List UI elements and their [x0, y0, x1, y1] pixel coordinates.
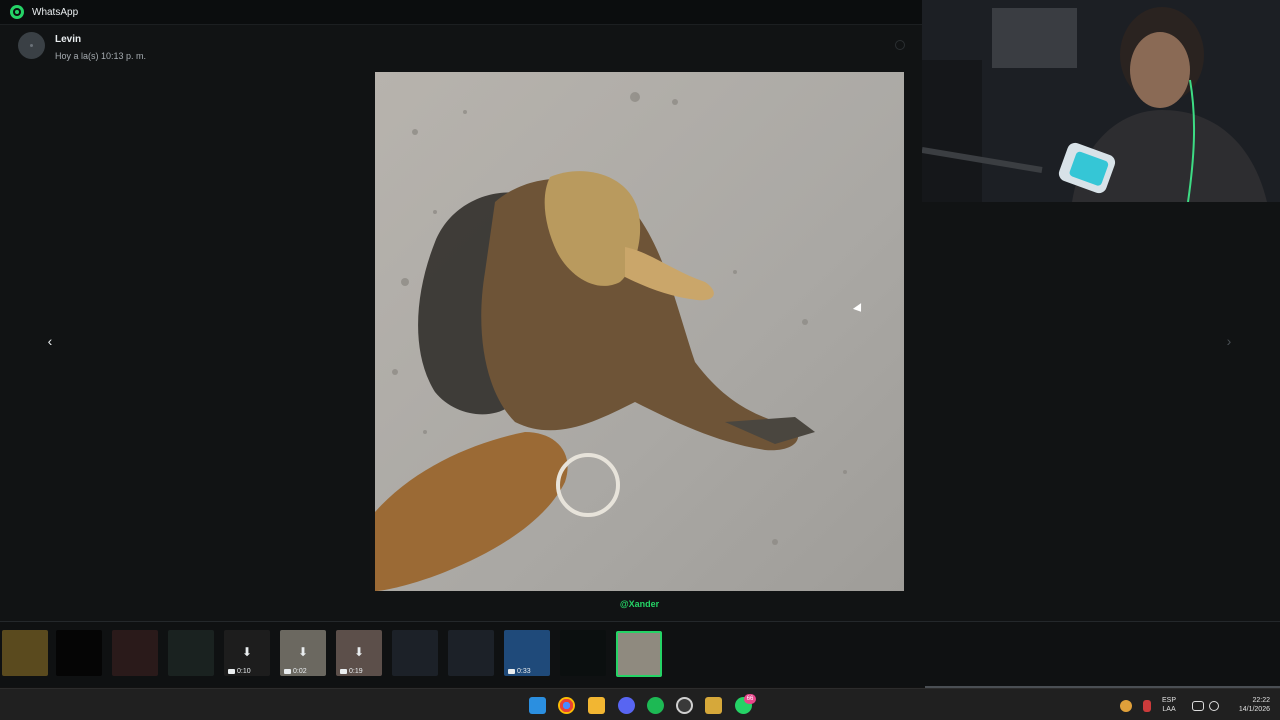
next-media-icon[interactable]: › — [1218, 330, 1240, 352]
download-icon[interactable]: ⬇ — [242, 646, 252, 658]
thumbnail-12-selected[interactable] — [616, 631, 662, 677]
message-timestamp: Hoy a la(s) 10:13 p. m. — [55, 51, 147, 61]
obs-icon[interactable] — [676, 697, 693, 714]
media-caption[interactable]: @Xander — [375, 599, 904, 609]
media-image[interactable] — [375, 72, 904, 591]
video-camera-icon — [340, 669, 347, 674]
previous-media-icon[interactable]: ‹ — [39, 330, 61, 352]
media-thumbnail-strip: ⬇ 0:10 ⬇ 0:02 ⬇ 0:19 0:33 — [0, 621, 1280, 687]
discord-icon[interactable] — [618, 697, 635, 714]
thumbnail-7[interactable]: ⬇ 0:19 — [336, 630, 382, 676]
file-explorer-icon[interactable] — [588, 697, 605, 714]
thumbnail-10[interactable]: 0:33 — [504, 630, 550, 676]
thumbnail-3[interactable] — [112, 630, 158, 676]
video-camera-icon — [508, 669, 515, 674]
keyboard-layout: LAA — [1162, 706, 1176, 713]
avatar[interactable] — [18, 32, 45, 59]
thumbnail-5[interactable]: ⬇ 0:10 — [224, 630, 270, 676]
spotify-icon[interactable] — [647, 697, 664, 714]
game-icon[interactable] — [705, 697, 722, 714]
clock-time: 22:22 — [1252, 697, 1270, 704]
language-code: ESP — [1162, 697, 1177, 704]
screen: WhatsApp Levin Hoy a la(s) 10:13 p. m. @… — [0, 0, 1280, 720]
language-indicator[interactable]: ESP LAA — [1162, 696, 1176, 714]
thumbnail-6[interactable]: ⬇ 0:02 — [280, 630, 326, 676]
notification-badge: 66 — [744, 694, 756, 704]
microphone-icon[interactable] — [1143, 700, 1151, 712]
thumbnail-2[interactable] — [56, 630, 102, 676]
windows-start-icon[interactable] — [529, 697, 546, 714]
video-duration: 0:19 — [340, 668, 363, 675]
video-duration: 0:33 — [508, 668, 531, 675]
update-icon[interactable] — [1120, 700, 1132, 712]
more-options-icon[interactable] — [895, 40, 905, 50]
thumbnail-1[interactable] — [2, 630, 48, 676]
network-icon[interactable] — [1192, 701, 1204, 711]
video-camera-icon — [284, 669, 291, 674]
viewer-right-panel — [922, 202, 1280, 621]
volume-icon[interactable] — [1209, 701, 1219, 711]
sender-info[interactable]: Levin Hoy a la(s) 10:13 p. m. — [18, 32, 146, 61]
chrome-icon[interactable] — [558, 697, 575, 714]
title-bar: WhatsApp — [0, 0, 922, 25]
clock[interactable]: 22:22 14/1/2026 — [1228, 696, 1270, 714]
thumbnail-9[interactable] — [448, 630, 494, 676]
thumbnail-8[interactable] — [392, 630, 438, 676]
windows-taskbar: 66 ESP LAA 22:22 14/1/2026 — [0, 688, 1280, 720]
video-camera-icon — [228, 669, 235, 674]
video-duration: 0:02 — [284, 668, 307, 675]
webcam-overlay — [922, 0, 1280, 202]
thumbnail-11[interactable] — [560, 630, 606, 676]
whatsapp-logo-icon — [10, 5, 24, 19]
download-icon[interactable]: ⬇ — [354, 646, 364, 658]
clock-date: 14/1/2026 — [1238, 706, 1270, 713]
window-title: WhatsApp — [32, 6, 79, 18]
thumbnail-4[interactable] — [168, 630, 214, 676]
download-icon[interactable]: ⬇ — [298, 646, 308, 658]
video-duration: 0:10 — [228, 668, 251, 675]
sender-name: Levin — [55, 34, 82, 45]
